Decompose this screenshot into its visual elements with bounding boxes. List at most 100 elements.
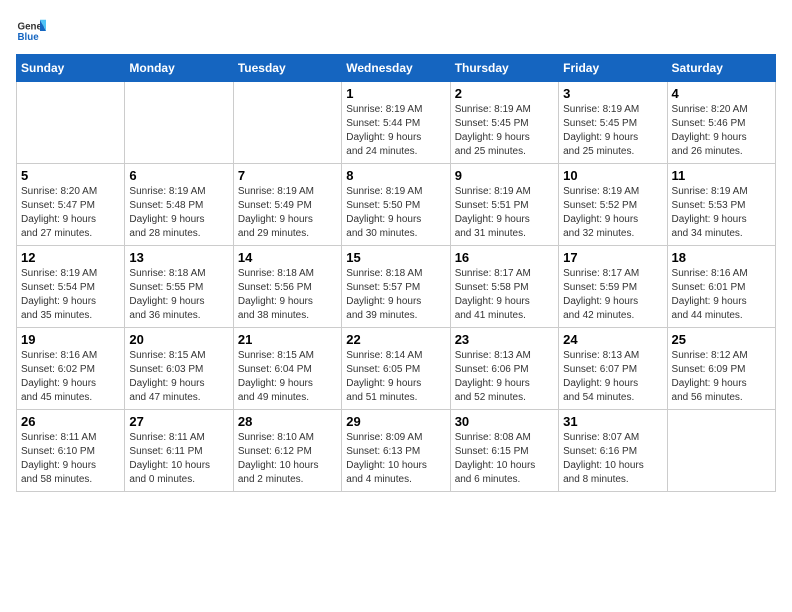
day-number: 11 xyxy=(672,168,771,183)
logo-icon: General Blue xyxy=(16,16,46,46)
day-cell: 24 Sunrise: 8:13 AM Sunset: 6:07 PM Dayli… xyxy=(559,328,667,410)
day-number: 31 xyxy=(563,414,662,429)
day-number: 18 xyxy=(672,250,771,265)
day-number: 28 xyxy=(238,414,337,429)
day-cell: 8Sunrise: 8:19 AM Sunset: 5:50 PM Daylig… xyxy=(342,164,450,246)
day-cell: 4 Sunrise: 8:20 AM Sunset: 5:46 PM Daylig… xyxy=(667,82,775,164)
weekday-header-friday: Friday xyxy=(559,55,667,82)
day-number: 4 xyxy=(672,86,771,101)
day-cell: 27 Sunrise: 8:11 AM Sunset: 6:11 PM Dayli… xyxy=(125,410,233,492)
logo: General Blue xyxy=(16,16,46,46)
calendar: SundayMondayTuesdayWednesdayThursdayFrid… xyxy=(16,54,776,492)
day-number: 5 xyxy=(21,168,120,183)
day-info: Sunrise: 8:19 AM Sunset: 5:48 PM Dayligh… xyxy=(129,185,228,241)
day-number: 1 xyxy=(346,86,445,101)
week-row-2: 5 Sunrise: 8:20 AM Sunset: 5:47 PM Daylig… xyxy=(17,164,776,246)
day-cell: 26 Sunrise: 8:11 AM Sunset: 6:10 PM Dayli… xyxy=(17,410,125,492)
day-number: 8 xyxy=(346,168,445,183)
day-cell xyxy=(17,82,125,164)
day-cell: 30 Sunrise: 8:08 AM Sunset: 6:15 PM Dayli… xyxy=(450,410,558,492)
day-info: Sunrise: 8:19 AM Sunset: 5:52 PM Dayligh… xyxy=(563,185,662,241)
day-cell: 22 Sunrise: 8:14 AM Sunset: 6:05 PM Dayli… xyxy=(342,328,450,410)
day-cell: 12 Sunrise: 8:19 AM Sunset: 5:54 PM Dayli… xyxy=(17,246,125,328)
day-cell: 7 Sunrise: 8:19 AM Sunset: 5:49 PM Daylig… xyxy=(233,164,341,246)
day-number: 22 xyxy=(346,332,445,347)
day-cell: 15 Sunrise: 8:18 AM Sunset: 5:57 PM Dayli… xyxy=(342,246,450,328)
day-number: 7 xyxy=(238,168,337,183)
day-info: Sunrise: 8:19 AM Sunset: 5:54 PM Dayligh… xyxy=(21,267,120,323)
day-number: 25 xyxy=(672,332,771,347)
day-info: Sunrise: 8:19 AM Sunset: 5:45 PM Dayligh… xyxy=(563,103,662,159)
day-number: 12 xyxy=(21,250,120,265)
day-info: Sunrise: 8:11 AM Sunset: 6:11 PM Dayligh… xyxy=(129,431,228,487)
day-number: 6 xyxy=(129,168,228,183)
day-number: 20 xyxy=(129,332,228,347)
day-cell: 5 Sunrise: 8:20 AM Sunset: 5:47 PM Daylig… xyxy=(17,164,125,246)
day-cell: 14 Sunrise: 8:18 AM Sunset: 5:56 PM Dayli… xyxy=(233,246,341,328)
day-number: 24 xyxy=(563,332,662,347)
weekday-header-thursday: Thursday xyxy=(450,55,558,82)
day-info: Sunrise: 8:18 AM Sunset: 5:56 PM Dayligh… xyxy=(238,267,337,323)
day-info: Sunrise: 8:18 AM Sunset: 5:55 PM Dayligh… xyxy=(129,267,228,323)
day-info: Sunrise: 8:07 AM Sunset: 6:16 PM Dayligh… xyxy=(563,431,662,487)
day-cell: 10 Sunrise: 8:19 AM Sunset: 5:52 PM Dayli… xyxy=(559,164,667,246)
day-info: Sunrise: 8:16 AM Sunset: 6:02 PM Dayligh… xyxy=(21,349,120,405)
day-number: 16 xyxy=(455,250,554,265)
day-cell: 21Sunrise: 8:15 AM Sunset: 6:04 PM Dayli… xyxy=(233,328,341,410)
day-cell xyxy=(233,82,341,164)
day-info: Sunrise: 8:20 AM Sunset: 5:46 PM Dayligh… xyxy=(672,103,771,159)
day-number: 13 xyxy=(129,250,228,265)
day-cell: 1 Sunrise: 8:19 AM Sunset: 5:44 PM Daylig… xyxy=(342,82,450,164)
week-row-1: 1 Sunrise: 8:19 AM Sunset: 5:44 PM Daylig… xyxy=(17,82,776,164)
day-cell xyxy=(667,410,775,492)
weekday-header-monday: Monday xyxy=(125,55,233,82)
weekday-header-row: SundayMondayTuesdayWednesdayThursdayFrid… xyxy=(17,55,776,82)
header: General Blue xyxy=(16,16,776,46)
day-cell: 9 Sunrise: 8:19 AM Sunset: 5:51 PM Daylig… xyxy=(450,164,558,246)
day-number: 17 xyxy=(563,250,662,265)
day-cell: 25 Sunrise: 8:12 AM Sunset: 6:09 PM Dayli… xyxy=(667,328,775,410)
day-info: Sunrise: 8:19 AM Sunset: 5:51 PM Dayligh… xyxy=(455,185,554,241)
svg-text:Blue: Blue xyxy=(18,32,40,43)
day-cell: 17 Sunrise: 8:17 AM Sunset: 5:59 PM Dayli… xyxy=(559,246,667,328)
day-info: Sunrise: 8:19 AM Sunset: 5:45 PM Dayligh… xyxy=(455,103,554,159)
day-info: Sunrise: 8:19 AM Sunset: 5:44 PM Dayligh… xyxy=(346,103,445,159)
day-info: Sunrise: 8:18 AM Sunset: 5:57 PM Dayligh… xyxy=(346,267,445,323)
day-cell: 2 Sunrise: 8:19 AM Sunset: 5:45 PM Daylig… xyxy=(450,82,558,164)
day-info: Sunrise: 8:17 AM Sunset: 5:59 PM Dayligh… xyxy=(563,267,662,323)
week-row-4: 19 Sunrise: 8:16 AM Sunset: 6:02 PM Dayli… xyxy=(17,328,776,410)
weekday-header-sunday: Sunday xyxy=(17,55,125,82)
day-info: Sunrise: 8:08 AM Sunset: 6:15 PM Dayligh… xyxy=(455,431,554,487)
day-cell: 31 Sunrise: 8:07 AM Sunset: 6:16 PM Dayli… xyxy=(559,410,667,492)
week-row-3: 12 Sunrise: 8:19 AM Sunset: 5:54 PM Dayli… xyxy=(17,246,776,328)
day-info: Sunrise: 8:20 AM Sunset: 5:47 PM Dayligh… xyxy=(21,185,120,241)
day-info: Sunrise: 8:09 AM Sunset: 6:13 PM Dayligh… xyxy=(346,431,445,487)
day-info: Sunrise: 8:11 AM Sunset: 6:10 PM Dayligh… xyxy=(21,431,120,487)
day-info: Sunrise: 8:12 AM Sunset: 6:09 PM Dayligh… xyxy=(672,349,771,405)
day-cell: 11Sunrise: 8:19 AM Sunset: 5:53 PM Dayli… xyxy=(667,164,775,246)
day-number: 10 xyxy=(563,168,662,183)
day-number: 19 xyxy=(21,332,120,347)
week-row-5: 26 Sunrise: 8:11 AM Sunset: 6:10 PM Dayli… xyxy=(17,410,776,492)
day-cell: 18Sunrise: 8:16 AM Sunset: 6:01 PM Dayli… xyxy=(667,246,775,328)
day-number: 3 xyxy=(563,86,662,101)
day-info: Sunrise: 8:13 AM Sunset: 6:06 PM Dayligh… xyxy=(455,349,554,405)
day-number: 29 xyxy=(346,414,445,429)
day-number: 27 xyxy=(129,414,228,429)
day-number: 26 xyxy=(21,414,120,429)
day-number: 14 xyxy=(238,250,337,265)
weekday-header-saturday: Saturday xyxy=(667,55,775,82)
day-number: 2 xyxy=(455,86,554,101)
day-number: 9 xyxy=(455,168,554,183)
day-number: 15 xyxy=(346,250,445,265)
day-cell: 3 Sunrise: 8:19 AM Sunset: 5:45 PM Daylig… xyxy=(559,82,667,164)
day-info: Sunrise: 8:14 AM Sunset: 6:05 PM Dayligh… xyxy=(346,349,445,405)
day-number: 21 xyxy=(238,332,337,347)
day-number: 30 xyxy=(455,414,554,429)
day-info: Sunrise: 8:19 AM Sunset: 5:49 PM Dayligh… xyxy=(238,185,337,241)
weekday-header-wednesday: Wednesday xyxy=(342,55,450,82)
day-cell: 28Sunrise: 8:10 AM Sunset: 6:12 PM Dayli… xyxy=(233,410,341,492)
day-cell: 20Sunrise: 8:15 AM Sunset: 6:03 PM Dayli… xyxy=(125,328,233,410)
day-cell: 23Sunrise: 8:13 AM Sunset: 6:06 PM Dayli… xyxy=(450,328,558,410)
day-info: Sunrise: 8:13 AM Sunset: 6:07 PM Dayligh… xyxy=(563,349,662,405)
